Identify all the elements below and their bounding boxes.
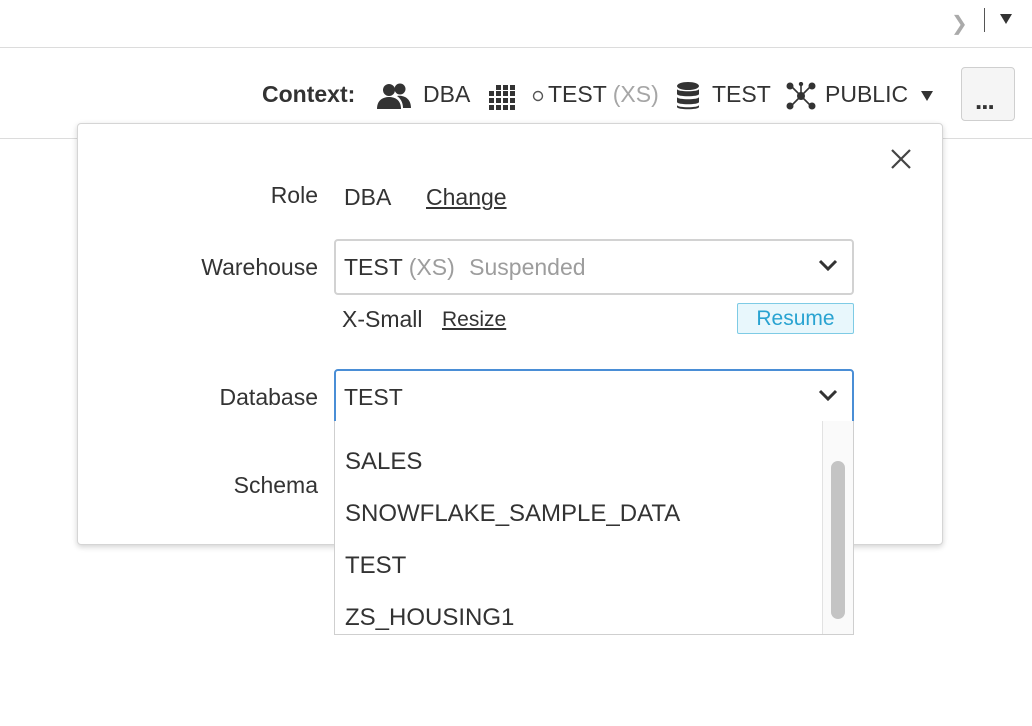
database-select-value: TEST (344, 384, 403, 410)
divider (984, 8, 985, 32)
database-label: Database (219, 384, 318, 410)
chevron-down-icon[interactable] (1000, 14, 1012, 24)
context-warehouse-size: (XS) (612, 81, 659, 107)
warehouse-select-size: (XS) (408, 254, 455, 280)
resume-button[interactable]: Resume (737, 303, 854, 334)
caret-down-icon[interactable] (921, 91, 933, 101)
database-icon (677, 82, 699, 110)
warehouse-label: Warehouse (201, 254, 318, 280)
chevron-down-icon (818, 389, 838, 401)
resize-link[interactable]: Resize (442, 308, 506, 332)
warehouse-select-value: TEST (XS) Suspended (344, 254, 586, 281)
chevron-right-icon[interactable]: ❯ (951, 11, 968, 36)
change-role-link[interactable]: Change (426, 184, 507, 211)
database-dropdown: SALES SNOWFLAKE_SAMPLE_DATA TEST ZS_HOUS… (334, 421, 854, 635)
status-circle-icon (532, 90, 544, 102)
more-dots: ... (975, 85, 995, 115)
users-icon (377, 83, 411, 109)
warehouse-select-name: TEST (344, 254, 403, 280)
schema-network-icon (786, 82, 816, 110)
context-warehouse[interactable]: TEST (XS) (548, 81, 659, 108)
dropdown-option[interactable]: SALES (345, 448, 422, 476)
scrollbar-thumb[interactable] (831, 461, 845, 619)
role-value: DBA (344, 184, 392, 210)
dropdown-option[interactable]: TEST (345, 552, 406, 580)
role-label: Role (270, 182, 318, 208)
warehouse-grid-icon (489, 85, 515, 110)
dropdown-option[interactable]: SNOWFLAKE_SAMPLE_DATA (345, 500, 680, 528)
chevron-down-icon (818, 259, 838, 271)
context-schema[interactable]: PUBLIC (825, 81, 908, 108)
close-icon[interactable] (888, 146, 914, 172)
context-label: Context: (262, 81, 356, 107)
context-database[interactable]: TEST (712, 81, 771, 108)
dropdown-scrollbar[interactable] (822, 421, 853, 634)
warehouse-select-status: Suspended (469, 254, 586, 280)
context-warehouse-name: TEST (548, 81, 607, 107)
top-bar: ❯ (0, 0, 1032, 48)
database-select[interactable]: TEST (334, 369, 854, 425)
dropdown-option[interactable]: ZS_HOUSING1 (345, 604, 514, 632)
more-options-button[interactable]: ... (961, 67, 1015, 121)
schema-label: Schema (233, 472, 318, 498)
warehouse-size-text: X-Small (342, 306, 423, 332)
context-role[interactable]: DBA (423, 81, 470, 108)
warehouse-select[interactable]: TEST (XS) Suspended (334, 239, 854, 295)
